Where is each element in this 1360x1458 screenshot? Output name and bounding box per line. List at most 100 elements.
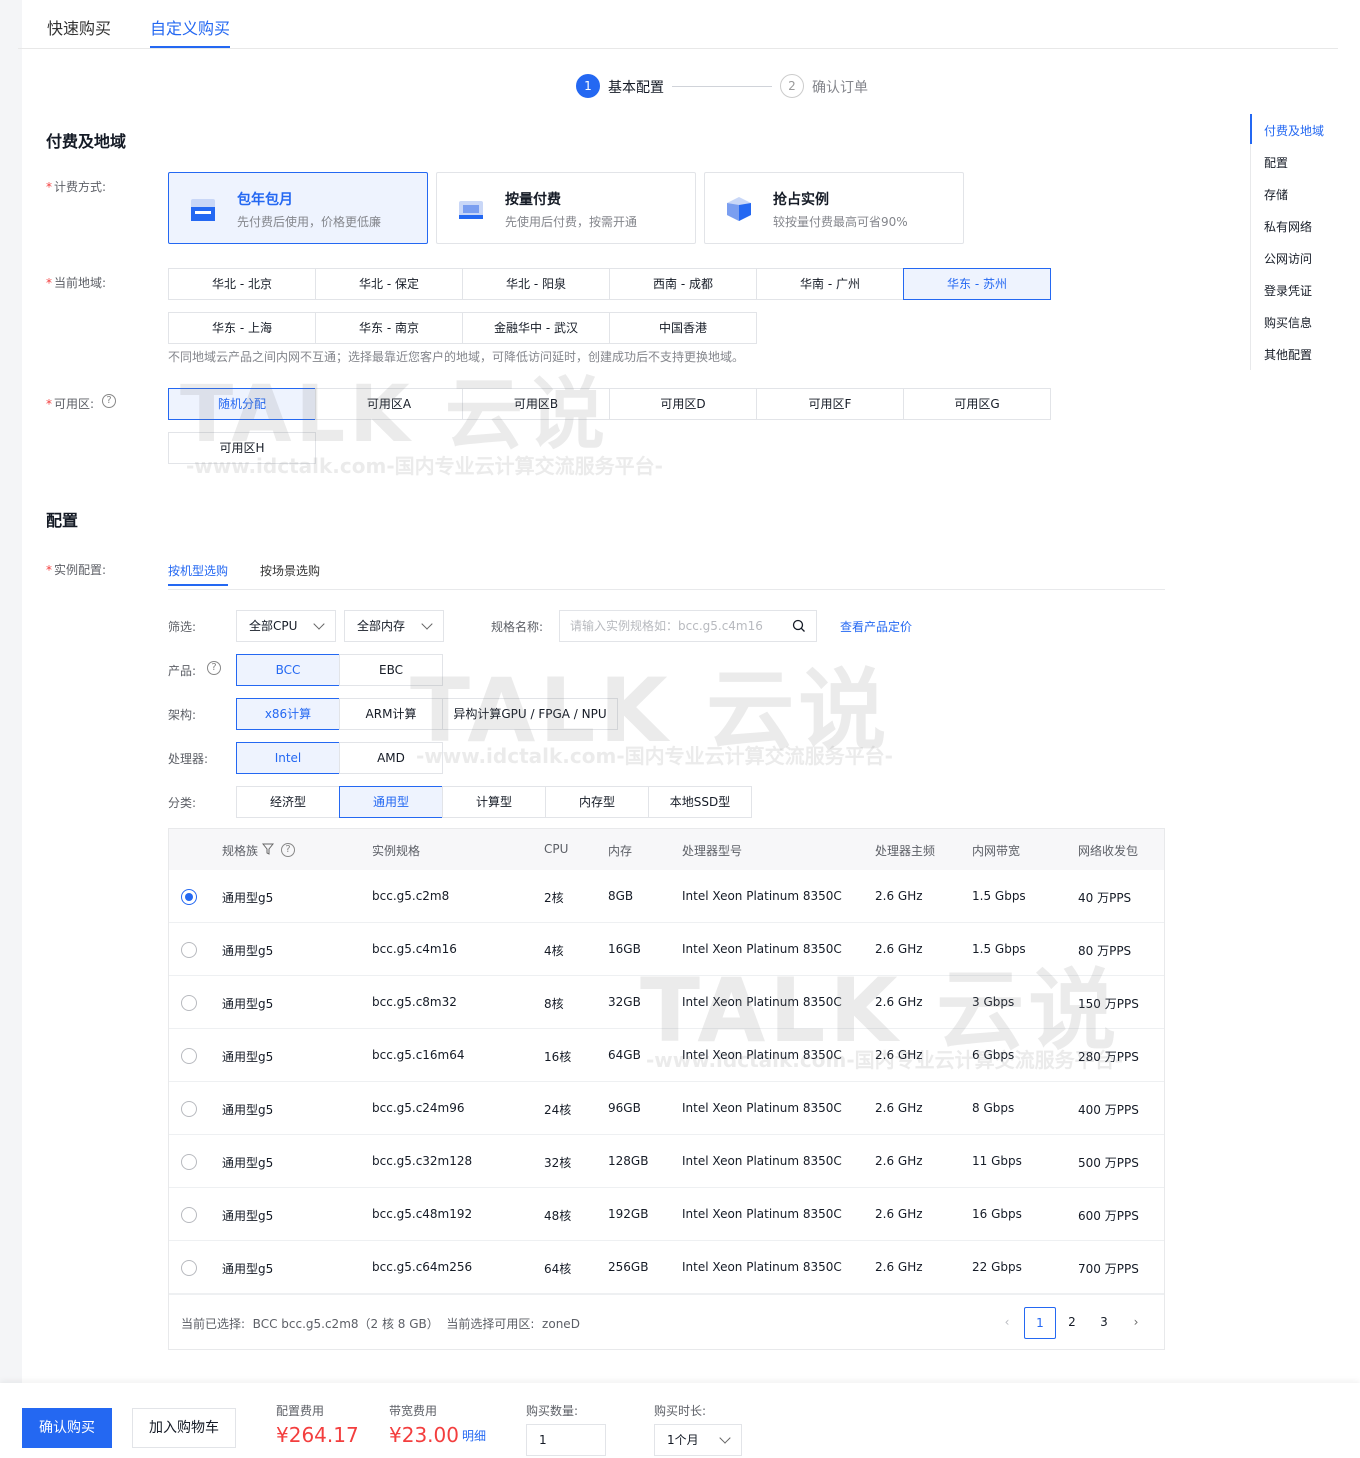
category-option[interactable]: 经济型 (236, 786, 340, 818)
cpu-filter-select[interactable]: 全部CPU (236, 610, 336, 642)
anchor-item-purchase-info[interactable]: 购买信息 (1264, 314, 1312, 331)
anchor-item-config[interactable]: 配置 (1264, 154, 1288, 171)
quantity-value: 1 (539, 1433, 547, 1447)
row-radio[interactable] (181, 1260, 197, 1276)
zone-option[interactable]: 可用区D (609, 388, 757, 420)
region-option[interactable]: 西南 - 成都 (609, 268, 757, 300)
anchor-item-other[interactable]: 其他配置 (1264, 346, 1312, 363)
next-page-icon[interactable]: › (1120, 1307, 1152, 1339)
spec-cell: bcc.g5.c24m96 (372, 1101, 465, 1115)
category-option[interactable]: 内存型 (545, 786, 649, 818)
row-radio[interactable] (181, 1048, 197, 1064)
table-row[interactable]: 通用型g5 bcc.g5.c48m192 48核 192GB Intel Xeon Pl… (169, 1188, 1164, 1241)
row-radio[interactable] (181, 1154, 197, 1170)
confirm-purchase-button[interactable]: 确认购买 (22, 1408, 112, 1448)
region-option[interactable]: 华北 - 北京 (168, 268, 316, 300)
tab-by-scenario[interactable]: 按场景选购 (260, 562, 320, 586)
table-row[interactable]: 通用型g5 bcc.g5.c32m128 32核 128GB Intel Xeon Pl… (169, 1135, 1164, 1188)
category-option-selected[interactable]: 通用型 (339, 786, 443, 818)
zone-option[interactable]: 可用区H (168, 432, 316, 464)
table-header: 规格族 ? 实例规格 CPU 内存 处理器型号 处理器主频 内网带宽 网络收发包 (169, 829, 1164, 870)
cpu-cell: 16核 (544, 1050, 572, 1064)
processor-option-amd[interactable]: AMD (339, 742, 443, 774)
region-option[interactable]: 金融华中 - 武汉 (462, 312, 610, 344)
page-button[interactable]: 3 (1088, 1307, 1120, 1339)
memory-cell: 16GB (608, 942, 641, 956)
processor-option-intel[interactable]: Intel (236, 742, 340, 774)
tab-by-instance-type[interactable]: 按机型选购 (168, 562, 229, 586)
spec-search-input[interactable]: 请输入实例规格如：bcc.g5.c4m16 (559, 610, 817, 642)
region-option[interactable]: 中国香港 (609, 312, 757, 344)
help-icon[interactable]: ? (207, 661, 221, 675)
help-icon[interactable]: ? (102, 394, 116, 408)
table-row[interactable]: 通用型g5 bcc.g5.c8m32 8核 32GB Intel Xeon Platin… (169, 976, 1164, 1029)
tab-quick-buy[interactable]: 快速购买 (47, 18, 111, 48)
chevron-down-icon (421, 618, 433, 630)
table-row[interactable]: 通用型g5 bcc.g5.c24m96 24核 96GB Intel Xeon Plat… (169, 1082, 1164, 1135)
spec-family-cell: 通用型g5 (222, 944, 274, 958)
spec-cell: bcc.g5.c4m16 (372, 942, 457, 956)
page-button[interactable]: 2 (1056, 1307, 1088, 1339)
step-connector (672, 86, 772, 87)
table-row[interactable]: 通用型g5 bcc.g5.c64m256 64核 256GB Intel Xeon Pl… (169, 1241, 1164, 1294)
arch-option-heterogeneous[interactable]: 异构计算GPU / FPGA / NPU (442, 698, 618, 730)
arch-option-x86[interactable]: x86计算 (236, 698, 340, 730)
row-radio[interactable] (181, 942, 197, 958)
search-icon[interactable] (792, 619, 806, 633)
row-radio[interactable] (181, 889, 197, 905)
memory-filter-select[interactable]: 全部内存 (344, 610, 444, 642)
table-row[interactable]: 通用型g5 bcc.g5.c2m8 2核 8GB Intel Xeon Platinum… (169, 870, 1164, 923)
prev-page-icon[interactable]: ‹ (991, 1307, 1023, 1339)
duration-select[interactable]: 1个月 (654, 1424, 742, 1456)
anchor-item-login[interactable]: 登录凭证 (1264, 282, 1312, 299)
arch-option-arm[interactable]: ARM计算 (339, 698, 443, 730)
instance-table: 规格族 ? 实例规格 CPU 内存 处理器型号 处理器主频 内网带宽 网络收发包… (168, 828, 1165, 1350)
step-1-label: 基本配置 (608, 80, 664, 96)
bandwidth-cell: 1.5 Gbps (972, 889, 1026, 903)
add-to-cart-button[interactable]: 加入购物车 (132, 1408, 236, 1448)
spec-family-cell: 通用型g5 (222, 1156, 274, 1170)
config-fee-label: 配置费用 (276, 1404, 325, 1418)
help-icon[interactable]: ? (281, 843, 295, 857)
region-option[interactable]: 华东 - 南京 (315, 312, 463, 344)
region-option-selected[interactable]: 华东 - 苏州 (903, 268, 1051, 300)
category-option[interactable]: 计算型 (442, 786, 546, 818)
spec-cell: bcc.g5.c8m32 (372, 995, 457, 1009)
region-option[interactable]: 华北 - 阳泉 (462, 268, 610, 300)
product-option-ebc[interactable]: EBC (339, 654, 443, 686)
billing-label: * 计费方式: (46, 180, 107, 194)
anchor-item-vpc[interactable]: 私有网络 (1264, 218, 1312, 235)
memory-cell: 8GB (608, 889, 634, 903)
memory-cell: 32GB (608, 995, 641, 1009)
billing-option-spot[interactable]: 抢占实例 较按量付费最高可省90% (704, 172, 964, 244)
table-row[interactable]: 通用型g5 bcc.g5.c4m16 4核 16GB Intel Xeon Platin… (169, 923, 1164, 976)
filter-icon[interactable] (262, 843, 274, 855)
region-option[interactable]: 华北 - 保定 (315, 268, 463, 300)
page-button[interactable]: 1 (1024, 1307, 1056, 1339)
step-2-circle: 2 (780, 74, 804, 98)
fee-detail-link[interactable]: 明细 (462, 1427, 486, 1444)
tab-custom-buy[interactable]: 自定义购买 (150, 18, 231, 48)
table-row[interactable]: 通用型g5 bcc.g5.c16m64 16核 64GB Intel Xeon Plat… (169, 1029, 1164, 1082)
zone-option[interactable]: 可用区A (315, 388, 463, 420)
anchor-item-storage[interactable]: 存储 (1264, 186, 1288, 203)
row-radio[interactable] (181, 995, 197, 1011)
row-radio[interactable] (181, 1207, 197, 1223)
quantity-input[interactable]: 1 (526, 1424, 606, 1456)
zone-option[interactable]: 可用区B (462, 388, 610, 420)
category-option[interactable]: 本地SSD型 (648, 786, 752, 818)
billing-option-monthly[interactable]: 包年包月 先付费后使用，价格更低廉 (168, 172, 428, 244)
pricing-link[interactable]: 查看产品定价 (840, 618, 912, 635)
anchor-item-billing[interactable]: 付费及地域 (1264, 122, 1324, 139)
zone-option[interactable]: 可用区F (756, 388, 904, 420)
region-option[interactable]: 华南 - 广州 (756, 268, 904, 300)
product-option-bcc[interactable]: BCC (236, 654, 340, 686)
processor-model-cell: Intel Xeon Platinum 8350C (682, 1048, 842, 1062)
anchor-item-public-access[interactable]: 公网访问 (1264, 250, 1312, 267)
zone-option-selected[interactable]: 随机分配 (168, 388, 316, 420)
bandwidth-cell: 22 Gbps (972, 1260, 1022, 1274)
billing-option-pay-as-you-go[interactable]: 按量付费 先使用后付费，按需开通 (436, 172, 696, 244)
region-option[interactable]: 华东 - 上海 (168, 312, 316, 344)
zone-option[interactable]: 可用区G (903, 388, 1051, 420)
row-radio[interactable] (181, 1101, 197, 1117)
